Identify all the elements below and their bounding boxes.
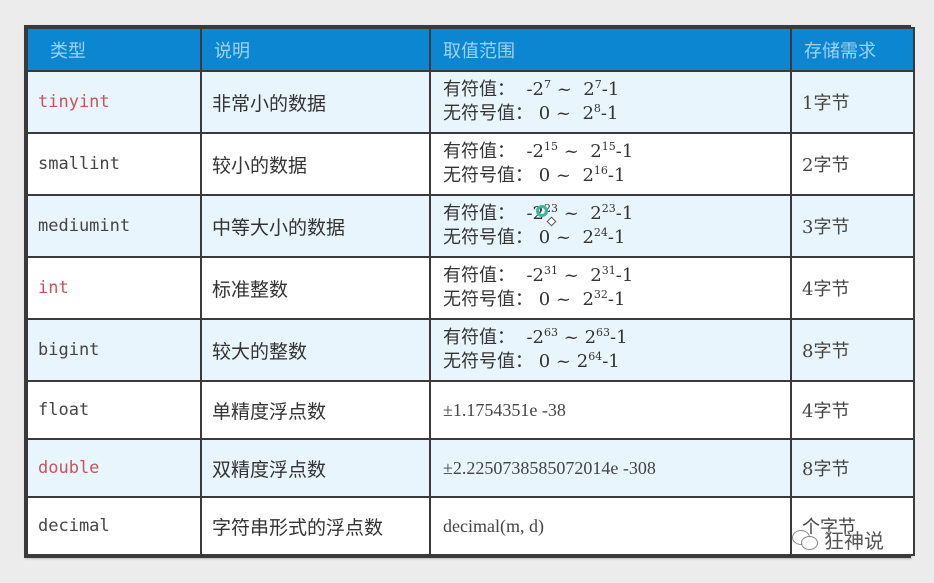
signed-value: -263 ~ 263-1 <box>526 326 628 348</box>
description-cell: 字符串形式的浮点数 <box>200 496 431 556</box>
signed-label: 有符值： <box>443 327 515 348</box>
storage-cell: 1字节 <box>790 70 915 134</box>
range-text: decimal(m, d) <box>443 516 544 536</box>
header-storage: 存储需求 <box>790 27 915 72</box>
range-cell: ±1.1754351e -38 <box>429 380 792 440</box>
type-cell: int <box>26 256 202 320</box>
table-row: mediumint 中等大小的数据 有符值： -223 ~ 223-1 无符号值：… <box>26 194 915 258</box>
table-row: int 标准整数 有符值： -231 ~ 231-1 无符号值： 0 ~ 232-… <box>26 256 915 320</box>
data-types-table: 类型 说明 取值范围 存储需求 tinyint 非常小的数据 有符值： -27 ~… <box>24 25 915 558</box>
range-cell: 有符值： -263 ~ 263-1 无符号值： 0 ~ 264-1 <box>429 318 792 382</box>
range-cell: 有符值： -223 ~ 223-1 无符号值： 0 ~ 224-1 <box>429 194 792 258</box>
type-cell: decimal <box>26 496 202 556</box>
unsigned-range: 无符号值： 0 ~ 264-1 <box>443 350 780 374</box>
signed-value: -27 ~ 27-1 <box>526 78 620 100</box>
table-row: bigint 较大的整数 有符值： -263 ~ 263-1 无符号值： 0 ~ … <box>26 318 915 382</box>
header-range: 取值范围 <box>429 27 792 72</box>
type-cell: smallint <box>26 132 202 196</box>
storage-cell: 8字节 <box>790 318 915 382</box>
watermark: 狂神说 <box>792 525 884 554</box>
signed-label: 有符值： <box>443 141 515 162</box>
unsigned-value: 0 ~ 224-1 <box>538 226 626 248</box>
type-cell: float <box>26 380 202 440</box>
unsigned-label: 无符号值： <box>443 227 533 248</box>
signed-value: -215 ~ 215-1 <box>526 140 634 162</box>
header-type: 类型 <box>26 27 202 72</box>
range-text: ±1.1754351e -38 <box>443 400 566 420</box>
unsigned-value: 0 ~ 264-1 <box>538 350 620 372</box>
storage-cell: 2字节 <box>790 132 915 196</box>
signed-range: 有符值： -27 ~ 27-1 <box>443 78 780 102</box>
table-row: decimal 字符串形式的浮点数 decimal(m, d) 个字节 <box>26 496 915 556</box>
signed-label: 有符值： <box>443 265 515 286</box>
description-cell: 双精度浮点数 <box>200 438 431 498</box>
storage-cell: 4字节 <box>790 380 915 440</box>
unsigned-label: 无符号值： <box>443 351 533 372</box>
table-row: smallint 较小的数据 有符值： -215 ~ 215-1 无符号值： 0 … <box>26 132 915 196</box>
unsigned-label: 无符号值： <box>443 103 533 124</box>
unsigned-value: 0 ~ 232-1 <box>538 288 626 310</box>
range-cell: ±2.2250738585072014e -308 <box>429 438 792 498</box>
description-cell: 非常小的数据 <box>200 70 431 134</box>
storage-cell: 4字节 <box>790 256 915 320</box>
type-cell: tinyint <box>26 70 202 134</box>
storage-cell: 8字节 <box>790 438 915 498</box>
signed-label: 有符值： <box>443 79 515 100</box>
range-text: ±2.2250738585072014e -308 <box>443 458 656 478</box>
storage-cell: 3字节 <box>790 194 915 258</box>
signed-range: 有符值： -223 ~ 223-1 <box>443 202 780 226</box>
wechat-icon <box>792 529 818 550</box>
cursor-ring-icon <box>536 205 548 217</box>
type-cell: mediumint <box>26 194 202 258</box>
unsigned-range: 无符号值： 0 ~ 216-1 <box>443 164 780 188</box>
table-row: double 双精度浮点数 ±2.2250738585072014e -308 8字节 <box>26 438 915 498</box>
description-cell: 较小的数据 <box>200 132 431 196</box>
type-cell: bigint <box>26 318 202 382</box>
signed-label: 有符值： <box>443 203 515 224</box>
description-cell: 中等大小的数据 <box>200 194 431 258</box>
signed-range: 有符值： -231 ~ 231-1 <box>443 264 780 288</box>
signed-range: 有符值： -263 ~ 263-1 <box>443 326 780 350</box>
unsigned-range: 无符号值： 0 ~ 28-1 <box>443 102 780 126</box>
header-row: 类型 说明 取值范围 存储需求 <box>26 27 915 72</box>
type-cell: double <box>26 438 202 498</box>
unsigned-range: 无符号值： 0 ~ 232-1 <box>443 288 780 312</box>
description-cell: 单精度浮点数 <box>200 380 431 440</box>
description-cell: 较大的整数 <box>200 318 431 382</box>
range-cell: 有符值： -231 ~ 231-1 无符号值： 0 ~ 232-1 <box>429 256 792 320</box>
header-description: 说明 <box>200 27 431 72</box>
signed-value: -231 ~ 231-1 <box>526 264 634 286</box>
table-row: tinyint 非常小的数据 有符值： -27 ~ 27-1 无符号值： 0 ~ … <box>26 70 915 134</box>
range-cell: 有符值： -215 ~ 215-1 无符号值： 0 ~ 216-1 <box>429 132 792 196</box>
unsigned-label: 无符号值： <box>443 165 533 186</box>
signed-range: 有符值： -215 ~ 215-1 <box>443 140 780 164</box>
range-cell: 有符值： -27 ~ 27-1 无符号值： 0 ~ 28-1 <box>429 70 792 134</box>
unsigned-range: 无符号值： 0 ~ 224-1 <box>443 226 780 250</box>
range-cell: decimal(m, d) <box>429 496 792 556</box>
table-row: float 单精度浮点数 ±1.1754351e -38 4字节 <box>26 380 915 440</box>
unsigned-label: 无符号值： <box>443 289 533 310</box>
unsigned-value: 0 ~ 216-1 <box>538 164 626 186</box>
description-cell: 标准整数 <box>200 256 431 320</box>
unsigned-value: 0 ~ 28-1 <box>538 102 619 124</box>
watermark-text: 狂神说 <box>824 529 884 553</box>
